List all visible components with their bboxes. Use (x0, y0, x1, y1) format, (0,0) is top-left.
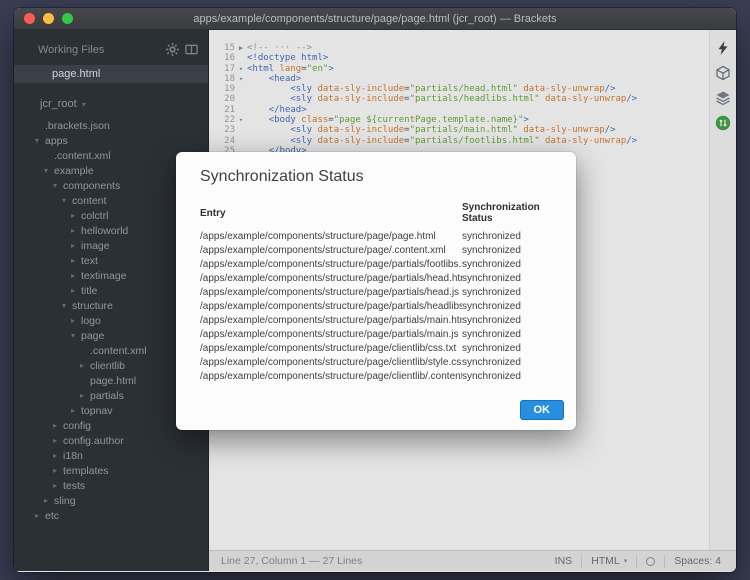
entry-path: /apps/example/components/structure/page/… (200, 230, 462, 244)
dialog-footer: OK (176, 384, 576, 430)
sync-table-header: Entry Synchronization Status (200, 200, 552, 230)
traffic-lights (24, 13, 73, 24)
entry-path: /apps/example/components/structure/page/… (200, 342, 462, 356)
entry-path: /apps/example/components/structure/page/… (200, 272, 462, 286)
sync-status: synchronized (462, 286, 552, 300)
brackets-window: apps/example/components/structure/page/p… (14, 8, 736, 572)
ok-button[interactable]: OK (520, 400, 565, 420)
sync-table: Entry Synchronization Status /apps/examp… (200, 200, 552, 384)
status-column-header: Synchronization Status (462, 200, 552, 230)
minimize-window-button[interactable] (43, 13, 54, 24)
sync-status: synchronized (462, 314, 552, 328)
sync-row: /apps/example/components/structure/page/… (200, 300, 552, 314)
sync-status: synchronized (462, 244, 552, 258)
entry-path: /apps/example/components/structure/page/… (200, 258, 462, 272)
entry-path: /apps/example/components/structure/page/… (200, 328, 462, 342)
titlebar[interactable]: apps/example/components/structure/page/p… (14, 8, 736, 30)
sync-row: /apps/example/components/structure/page/… (200, 342, 552, 356)
sync-status: synchronized (462, 356, 552, 370)
sync-table-body: /apps/example/components/structure/page/… (200, 230, 552, 384)
sync-row: /apps/example/components/structure/page/… (200, 272, 552, 286)
sync-row: /apps/example/components/structure/page/… (200, 356, 552, 370)
entry-path: /apps/example/components/structure/page/… (200, 300, 462, 314)
entry-path: /apps/example/components/structure/page/… (200, 314, 462, 328)
sync-status: synchronized (462, 370, 552, 384)
dialog-title: Synchronization Status (176, 152, 576, 200)
sync-row: /apps/example/components/structure/page/… (200, 286, 552, 300)
sync-status-dialog: Synchronization Status Entry Synchroniza… (176, 152, 576, 430)
sync-row: /apps/example/components/structure/page/… (200, 328, 552, 342)
sync-status: synchronized (462, 230, 552, 244)
window-title: apps/example/components/structure/page/p… (193, 13, 556, 25)
sync-row: /apps/example/components/structure/page/… (200, 230, 552, 244)
sync-status: synchronized (462, 342, 552, 356)
sync-status: synchronized (462, 272, 552, 286)
entry-column-header: Entry (200, 200, 462, 230)
entry-path: /apps/example/components/structure/page/… (200, 356, 462, 370)
entry-path: /apps/example/components/structure/page/… (200, 286, 462, 300)
sync-row: /apps/example/components/structure/page/… (200, 314, 552, 328)
sync-status: synchronized (462, 300, 552, 314)
sync-row: /apps/example/components/structure/page/… (200, 258, 552, 272)
sync-row: /apps/example/components/structure/page/… (200, 244, 552, 258)
sync-status: synchronized (462, 258, 552, 272)
entry-path: /apps/example/components/structure/page/… (200, 244, 462, 258)
zoom-window-button[interactable] (62, 13, 73, 24)
close-window-button[interactable] (24, 13, 35, 24)
sync-status: synchronized (462, 328, 552, 342)
sync-row: /apps/example/components/structure/page/… (200, 370, 552, 384)
entry-path: /apps/example/components/structure/page/… (200, 370, 462, 384)
